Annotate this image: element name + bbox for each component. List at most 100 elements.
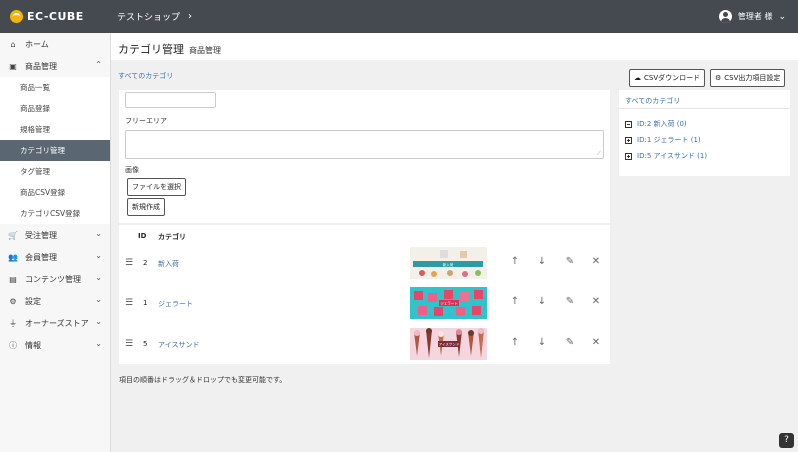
- sidebar: ⌂ ホーム ▣ 商品管理 ⌃ 商品一覧 商品登録 規格管理 カテゴリ管理 タグ管…: [0, 33, 111, 452]
- arrow-up-icon[interactable]: ↑: [509, 296, 521, 307]
- sidebar-item-products[interactable]: ▣ 商品管理 ⌃: [0, 55, 110, 77]
- arrow-down-icon[interactable]: ↓: [536, 296, 548, 307]
- sidebar-subitem-product-register[interactable]: 商品登録: [0, 98, 110, 119]
- close-icon[interactable]: ✕: [590, 296, 602, 307]
- create-button[interactable]: 新規作成: [127, 198, 165, 216]
- user-icon: [718, 10, 732, 23]
- arrow-up-icon[interactable]: ↑: [509, 256, 521, 267]
- tree-item[interactable]: ID:2 新入荷 (0): [625, 119, 687, 129]
- chevron-down-icon: ⌄: [95, 251, 102, 260]
- tree-root-link[interactable]: すべてのカテゴリ: [625, 96, 680, 106]
- column-header-id: ID: [138, 232, 147, 240]
- tree-item-label: ID:5 アイスサンド (1): [637, 152, 708, 160]
- column-header-category: カテゴリ: [158, 233, 186, 241]
- row-category-link[interactable]: 新入荷: [158, 259, 179, 269]
- help-icon[interactable]: ?: [779, 433, 794, 448]
- user-name: 管理者 様: [737, 12, 773, 21]
- sidebar-item-owners-store[interactable]: ⏚ オーナーズストア ⌄: [0, 312, 110, 334]
- sidebar-subitem-class[interactable]: 規格管理: [0, 119, 110, 140]
- free-area-textarea[interactable]: ⟋: [125, 130, 604, 159]
- arrow-down-icon[interactable]: ↓: [536, 337, 548, 348]
- sidebar-item-label: 設定: [25, 296, 41, 306]
- row-id: 5: [143, 340, 148, 348]
- sidebar-subitem-product-csv[interactable]: 商品CSV登録: [0, 182, 110, 203]
- expand-icon[interactable]: [625, 136, 632, 144]
- csv-settings-button[interactable]: ⚙ CSV出力項目設定: [710, 69, 786, 87]
- category-name-input[interactable]: [125, 92, 216, 108]
- expand-icon[interactable]: [625, 152, 632, 160]
- sidebar-item-label: コンテンツ管理: [25, 274, 81, 284]
- drag-handle-icon[interactable]: ☰: [125, 298, 133, 308]
- sidebar-subitem-product-list[interactable]: 商品一覧: [0, 77, 110, 98]
- logo[interactable]: EC-CUBE: [0, 10, 111, 23]
- chevron-down-icon: ⌄: [95, 273, 102, 282]
- sidebar-subitem-label: タグ管理: [20, 167, 50, 176]
- drag-handle-icon[interactable]: ☰: [125, 339, 133, 349]
- category-tree-panel: すべてのカテゴリ ID:2 新入荷 (0) ID:1 ジェラート (1) ID:…: [619, 90, 790, 176]
- sidebar-item-contents[interactable]: ▤ コンテンツ管理 ⌄: [0, 268, 110, 290]
- shop-link[interactable]: テストショップ ›: [117, 10, 192, 23]
- sidebar-item-settings[interactable]: ⚙ 設定 ⌄: [0, 290, 110, 312]
- resize-handle-icon: ⟋: [596, 150, 601, 157]
- close-icon[interactable]: ✕: [590, 256, 602, 267]
- sidebar-subitem-label: カテゴリCSV登録: [20, 209, 81, 218]
- chevron-right-icon: ›: [188, 11, 193, 22]
- drag-handle-icon[interactable]: ☰: [125, 258, 133, 268]
- cloud-download-icon: ☁: [634, 74, 641, 82]
- row-category-link[interactable]: ジェラート: [158, 299, 193, 309]
- collapse-icon[interactable]: [625, 120, 632, 128]
- sidebar-item-info[interactable]: ⓘ 情報 ⌄: [0, 334, 110, 356]
- category-thumbnail: ジェラート: [410, 287, 487, 319]
- page-title: カテゴリ管理: [118, 43, 184, 56]
- users-icon: 👥: [8, 252, 18, 262]
- thumbnail-caption: ジェラート: [440, 301, 458, 306]
- pencil-icon[interactable]: ✎: [564, 296, 576, 307]
- sidebar-subitem-label: 商品登録: [20, 104, 50, 113]
- divider: [619, 108, 790, 109]
- top-header: EC-CUBE テストショップ › 管理者 様 ⌄: [0, 0, 798, 33]
- tree-item[interactable]: ID:1 ジェラート (1): [625, 135, 701, 145]
- tree-item-label: ID:2 新入荷 (0): [637, 120, 687, 128]
- sidebar-item-label: オーナーズストア: [25, 318, 89, 328]
- pencil-icon[interactable]: ✎: [564, 256, 576, 267]
- table-row[interactable]: ☰ 5 アイスサンド アイスサンド ↑ ↓ ✎ ✕: [119, 327, 610, 361]
- sidebar-item-orders[interactable]: 🛒 受注管理 ⌄: [0, 224, 110, 246]
- tree-item[interactable]: ID:5 アイスサンド (1): [625, 151, 707, 161]
- main-content: カテゴリ管理 商品管理 すべてのカテゴリ フリーエリア ⟋ 画像 ファイルを選択…: [111, 33, 798, 452]
- free-area-label: フリーエリア: [125, 117, 167, 125]
- sidebar-subitem-label: 規格管理: [20, 125, 50, 134]
- sidebar-subitem-label: カテゴリ管理: [20, 146, 65, 155]
- csv-download-button[interactable]: ☁ CSVダウンロード: [629, 69, 706, 87]
- sidebar-subitem-category[interactable]: カテゴリ管理: [0, 140, 110, 161]
- sidebar-subitem-category-csv[interactable]: カテゴリCSV登録: [0, 203, 110, 224]
- breadcrumb[interactable]: すべてのカテゴリ: [118, 71, 173, 81]
- file-select-button[interactable]: ファイルを選択: [127, 178, 186, 196]
- category-form-panel: フリーエリア ⟋ 画像 ファイルを選択 新規作成: [119, 90, 610, 223]
- sidebar-item-customers[interactable]: 👥 会員管理 ⌄: [0, 246, 110, 268]
- table-row[interactable]: ☰ 1 ジェラート ジェラート ↑ ↓ ✎ ✕: [119, 286, 610, 320]
- plug-icon: ⏚: [9, 318, 17, 328]
- sidebar-subitem-tag[interactable]: タグ管理: [0, 161, 110, 182]
- row-category-link[interactable]: アイスサンド: [158, 340, 199, 350]
- csv-settings-label: CSV出力項目設定: [724, 74, 781, 82]
- sidebar-item-label: ホーム: [25, 39, 49, 49]
- user-menu[interactable]: 管理者 様 ⌄: [718, 0, 786, 33]
- thumbnail-caption: アイスサンド: [439, 342, 460, 347]
- arrow-up-icon[interactable]: ↑: [509, 337, 521, 348]
- chevron-down-icon: ⌄: [95, 339, 102, 348]
- page-subtitle: 商品管理: [189, 46, 221, 55]
- table-row[interactable]: ☰ 2 新入荷 新入荷 ↑ ↓ ✎ ✕: [119, 246, 610, 280]
- gear-icon: ⚙: [9, 296, 17, 306]
- category-thumbnail: アイスサンド: [410, 328, 487, 360]
- category-thumbnail: 新入荷: [410, 247, 487, 279]
- sidebar-item-label: 商品管理: [25, 61, 57, 71]
- arrow-down-icon[interactable]: ↓: [536, 256, 548, 267]
- chevron-down-icon: ⌄: [778, 11, 786, 22]
- thumbnail-caption: 新入荷: [443, 262, 454, 267]
- image-label: 画像: [125, 166, 139, 174]
- sidebar-subitem-label: 商品CSV登録: [20, 188, 66, 197]
- pencil-icon[interactable]: ✎: [564, 337, 576, 348]
- close-icon[interactable]: ✕: [590, 337, 602, 348]
- sidebar-item-home[interactable]: ⌂ ホーム: [0, 33, 110, 55]
- chevron-down-icon: ⌄: [95, 295, 102, 304]
